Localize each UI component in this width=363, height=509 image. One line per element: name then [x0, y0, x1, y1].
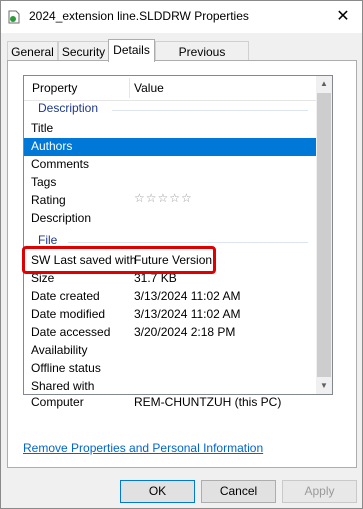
- column-divider[interactable]: [129, 78, 130, 98]
- vertical-scrollbar[interactable]: ▲ ▼: [316, 76, 332, 394]
- group-description: Description: [38, 101, 99, 115]
- scroll-up-icon[interactable]: ▲: [316, 76, 332, 92]
- properties-dialog: 2024_extension line.SLDDRW Properties ✕ …: [0, 0, 363, 509]
- list-item[interactable]: Rating ☆☆☆☆☆: [24, 191, 316, 210]
- title-bar[interactable]: 2024_extension line.SLDDRW Properties ✕: [1, 1, 362, 33]
- ok-button[interactable]: OK: [120, 480, 195, 503]
- tab-general[interactable]: General: [7, 41, 58, 62]
- list-item[interactable]: Title: [24, 120, 316, 138]
- group-divider: [68, 242, 308, 243]
- close-button[interactable]: ✕: [332, 6, 354, 28]
- list-item-selected[interactable]: Authors: [24, 138, 316, 156]
- scroll-down-icon[interactable]: ▼: [316, 378, 332, 394]
- list-item[interactable]: Computer REM-CHUNTZUH (this PC): [24, 394, 316, 412]
- apply-button[interactable]: Apply: [282, 480, 357, 503]
- list-item[interactable]: Offline status: [24, 360, 316, 378]
- file-icon: [8, 10, 20, 24]
- list-item[interactable]: Description: [24, 210, 316, 228]
- column-header-property[interactable]: Property: [32, 81, 77, 95]
- list-item[interactable]: Shared with: [24, 378, 316, 394]
- list-item[interactable]: Date accessed 3/20/2024 2:18 PM: [24, 324, 316, 342]
- window-title: 2024_extension line.SLDDRW Properties: [29, 9, 249, 23]
- list-header: Property Value: [24, 76, 316, 101]
- tab-previous-versions[interactable]: Previous Versions: [155, 41, 249, 79]
- cancel-button[interactable]: Cancel: [201, 480, 276, 503]
- group-divider: [112, 110, 308, 111]
- close-icon: ✕: [336, 8, 350, 25]
- list-item[interactable]: Comments: [24, 156, 316, 174]
- scroll-thumb[interactable]: [317, 93, 331, 377]
- list-item[interactable]: Availability: [24, 342, 316, 360]
- annotation-highlight-box: [22, 246, 216, 274]
- column-header-value[interactable]: Value: [134, 81, 164, 95]
- rating-stars[interactable]: ☆☆☆☆☆: [134, 191, 193, 205]
- tab-security[interactable]: Security: [58, 41, 109, 62]
- list-item[interactable]: Tags: [24, 174, 316, 192]
- list-item[interactable]: Date created 3/13/2024 11:02 AM: [24, 288, 316, 306]
- properties-list[interactable]: Property Value Description Title Authors…: [23, 75, 333, 395]
- remove-properties-link[interactable]: Remove Properties and Personal Informati…: [23, 441, 263, 455]
- list-item[interactable]: Date modified 3/13/2024 11:02 AM: [24, 306, 316, 324]
- tab-details[interactable]: Details: [108, 39, 155, 62]
